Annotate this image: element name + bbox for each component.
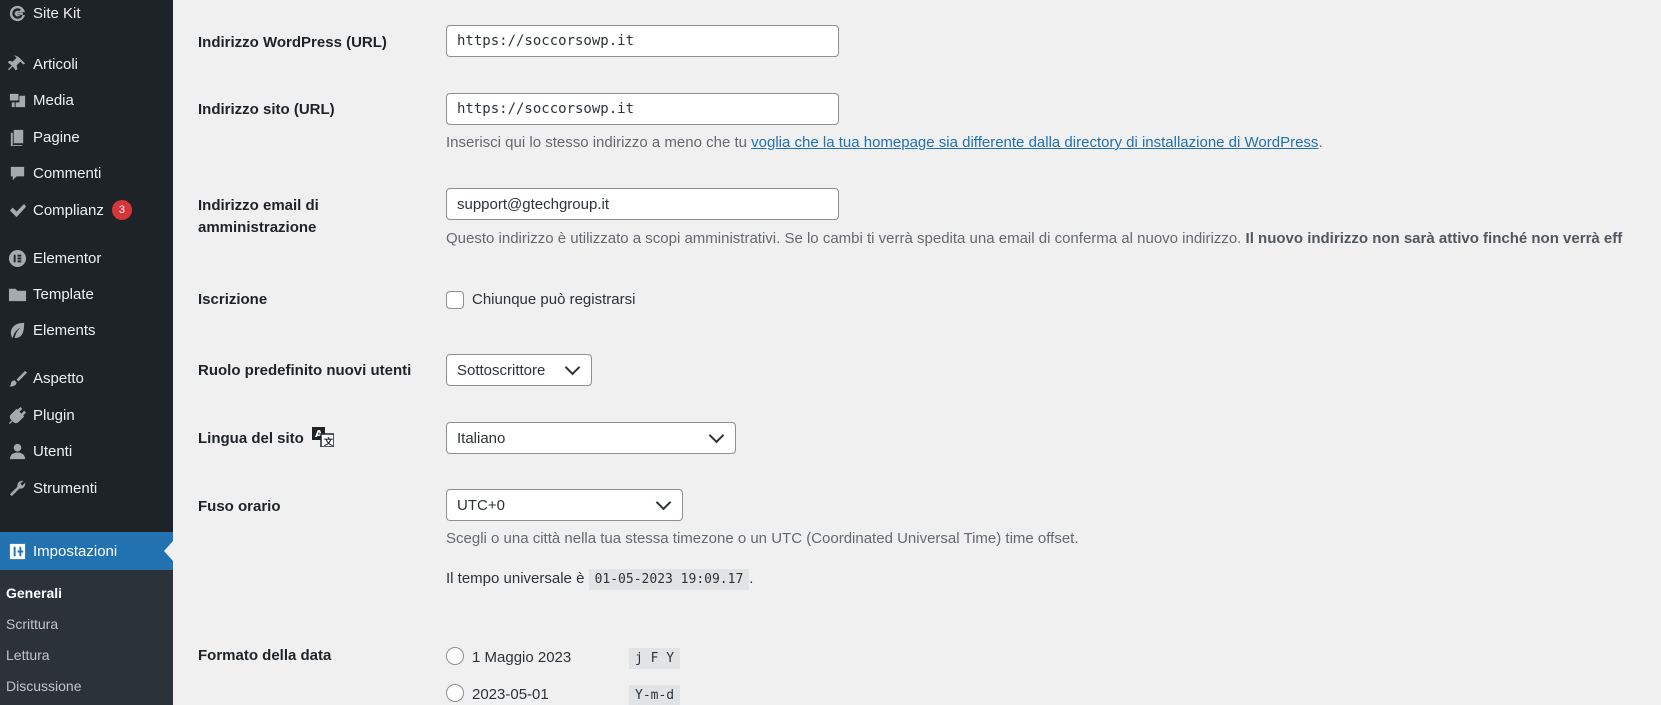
media-icon bbox=[0, 90, 34, 110]
svg-text:文: 文 bbox=[323, 436, 334, 447]
sidebar-item-template[interactable]: Template bbox=[0, 275, 173, 313]
sidebar-item-label: Utenti bbox=[33, 442, 73, 460]
chevron-down-icon bbox=[564, 359, 581, 376]
sidebar-item-label: Pagine bbox=[33, 128, 80, 146]
universal-time-value: 01-05-2023 19:09.17 bbox=[588, 569, 750, 590]
pin-icon bbox=[0, 54, 34, 74]
default-role-label: Ruolo predefinito nuovi utenti bbox=[198, 362, 412, 379]
plug-icon bbox=[0, 405, 34, 425]
wp-url-label: Indirizzo WordPress (URL) bbox=[198, 34, 387, 51]
timezone-description: Scegli o una città nella tua stessa time… bbox=[446, 530, 1079, 547]
sidebar-item-label: Impostazioni bbox=[33, 542, 118, 560]
sidebar-item-label: Media bbox=[33, 91, 74, 109]
universal-time-prefix: Il tempo universale è bbox=[446, 570, 589, 587]
sidebar-item-strumenti[interactable]: Strumenti bbox=[0, 469, 173, 507]
settings-submenu: Generali Scrittura Lettura Discussione bbox=[0, 570, 173, 705]
admin-email-description: Questo indirizzo è utilizzato a scopi am… bbox=[446, 230, 1622, 247]
language-label: Lingua del sito A 文 bbox=[198, 427, 335, 450]
membership-checkbox[interactable] bbox=[446, 291, 464, 309]
elementor-icon bbox=[0, 248, 34, 268]
site-url-help-link[interactable]: voglia che la tua homepage sia different… bbox=[751, 134, 1318, 151]
site-url-desc-text: Inserisci qui lo stesso indirizzo a meno… bbox=[446, 134, 752, 151]
admin-email-label-line2: amministrazione bbox=[198, 219, 317, 236]
date-format-code: Y-m-d bbox=[629, 685, 681, 705]
admin-email-label: Indirizzo email di amministrazione bbox=[198, 195, 319, 239]
default-role-value: Sottoscrittore bbox=[457, 361, 546, 379]
sidebar-item-site-kit[interactable]: Site Kit bbox=[0, 0, 173, 32]
leaf-icon bbox=[0, 320, 34, 340]
membership-label: Iscrizione bbox=[198, 291, 268, 308]
date-format-option-label[interactable]: 2023-05-01 bbox=[472, 686, 549, 703]
wrench-icon bbox=[0, 478, 34, 498]
sidebar-item-elements[interactable]: Elements bbox=[0, 311, 173, 349]
admin-email-label-line1: Indirizzo email di bbox=[198, 197, 319, 214]
wp-url-value: https://soccorsowp.it bbox=[457, 33, 635, 49]
check-icon bbox=[0, 200, 34, 220]
language-value: Italiano bbox=[457, 429, 506, 447]
sidebar-item-label: Elementor bbox=[33, 249, 102, 267]
sidebar-item-complianz[interactable]: Complianz 3 bbox=[0, 191, 173, 229]
admin-email-value: support@gtechgroup.it bbox=[457, 195, 609, 213]
user-icon bbox=[0, 441, 34, 461]
sidebar-item-label: Commenti bbox=[33, 164, 102, 182]
submenu-item-generali[interactable]: Generali bbox=[6, 585, 62, 601]
sidebar-item-plugin[interactable]: Plugin bbox=[0, 396, 173, 434]
timezone-value: UTC+0 bbox=[457, 496, 505, 514]
sidebar-item-pagine[interactable]: Pagine bbox=[0, 118, 173, 156]
date-format-radio-2[interactable] bbox=[446, 684, 464, 702]
timezone-select[interactable]: UTC+0 bbox=[446, 489, 683, 521]
date-format-option-label[interactable]: 1 Maggio 2023 bbox=[472, 649, 571, 666]
sidebar-item-elementor[interactable]: Elementor bbox=[0, 239, 173, 277]
admin-sidebar: Site Kit Articoli Media Pagine Commenti … bbox=[0, 0, 173, 705]
admin-email-input[interactable]: support@gtechgroup.it bbox=[446, 188, 839, 220]
sidebar-item-commenti[interactable]: Commenti bbox=[0, 154, 173, 192]
date-format-code: j F Y bbox=[629, 648, 681, 669]
sidebar-item-aspetto[interactable]: Aspetto bbox=[0, 359, 173, 397]
default-role-select[interactable]: Sottoscrittore bbox=[446, 354, 592, 386]
language-select[interactable]: Italiano bbox=[446, 422, 736, 454]
sidebar-item-utenti[interactable]: Utenti bbox=[0, 432, 173, 470]
google-g-icon bbox=[0, 3, 34, 23]
settings-icon bbox=[0, 541, 34, 561]
date-format-label: Formato della data bbox=[198, 647, 332, 664]
sidebar-item-label: Elements bbox=[33, 321, 96, 339]
sidebar-item-label: Articoli bbox=[33, 55, 79, 73]
submenu-item-lettura[interactable]: Lettura bbox=[6, 647, 50, 663]
membership-checkbox-label[interactable]: Chiunque può registrarsi bbox=[472, 291, 635, 308]
site-url-label: Indirizzo sito (URL) bbox=[198, 101, 335, 118]
sidebar-item-label: Aspetto bbox=[33, 369, 84, 387]
date-format-radio-1[interactable] bbox=[446, 647, 464, 665]
wp-url-input[interactable]: https://soccorsowp.it bbox=[446, 25, 839, 57]
chevron-down-icon bbox=[708, 427, 725, 444]
brush-icon bbox=[0, 368, 34, 388]
sidebar-item-media[interactable]: Media bbox=[0, 81, 173, 119]
site-url-input[interactable]: https://soccorsowp.it bbox=[446, 93, 839, 125]
settings-form: Indirizzo WordPress (URL) https://soccor… bbox=[173, 0, 1661, 705]
notification-badge: 3 bbox=[111, 200, 132, 220]
admin-email-desc-bold: Il nuovo indirizzo non sarà attivo finch… bbox=[1245, 230, 1623, 247]
universal-time-line: Il tempo universale è 01-05-2023 19:09.1… bbox=[446, 569, 754, 590]
sidebar-item-label: Site Kit bbox=[33, 4, 81, 22]
site-url-desc-suffix: . bbox=[1318, 134, 1323, 151]
site-url-value: https://soccorsowp.it bbox=[457, 101, 635, 117]
admin-email-desc-text: Questo indirizzo è utilizzato a scopi am… bbox=[446, 230, 1246, 247]
sidebar-item-articoli[interactable]: Articoli bbox=[0, 45, 173, 83]
active-indicator bbox=[164, 541, 173, 561]
sidebar-item-impostazioni[interactable]: Impostazioni bbox=[0, 532, 173, 570]
sidebar-item-label: Complianz bbox=[33, 201, 104, 219]
submenu-item-scrittura[interactable]: Scrittura bbox=[6, 616, 58, 632]
chevron-down-icon bbox=[655, 494, 672, 511]
comment-icon bbox=[0, 163, 34, 183]
translate-icon: A 文 bbox=[312, 427, 335, 448]
universal-time-suffix: . bbox=[749, 570, 754, 587]
site-url-description: Inserisci qui lo stesso indirizzo a meno… bbox=[446, 134, 1323, 151]
sidebar-item-label: Plugin bbox=[33, 406, 75, 424]
pages-icon bbox=[0, 127, 34, 147]
language-label-text: Lingua del sito bbox=[198, 430, 304, 447]
timezone-label: Fuso orario bbox=[198, 498, 281, 515]
folder-icon bbox=[0, 284, 34, 304]
submenu-item-discussione[interactable]: Discussione bbox=[6, 678, 81, 694]
sidebar-item-label: Template bbox=[33, 285, 94, 303]
sidebar-item-label: Strumenti bbox=[33, 479, 98, 497]
